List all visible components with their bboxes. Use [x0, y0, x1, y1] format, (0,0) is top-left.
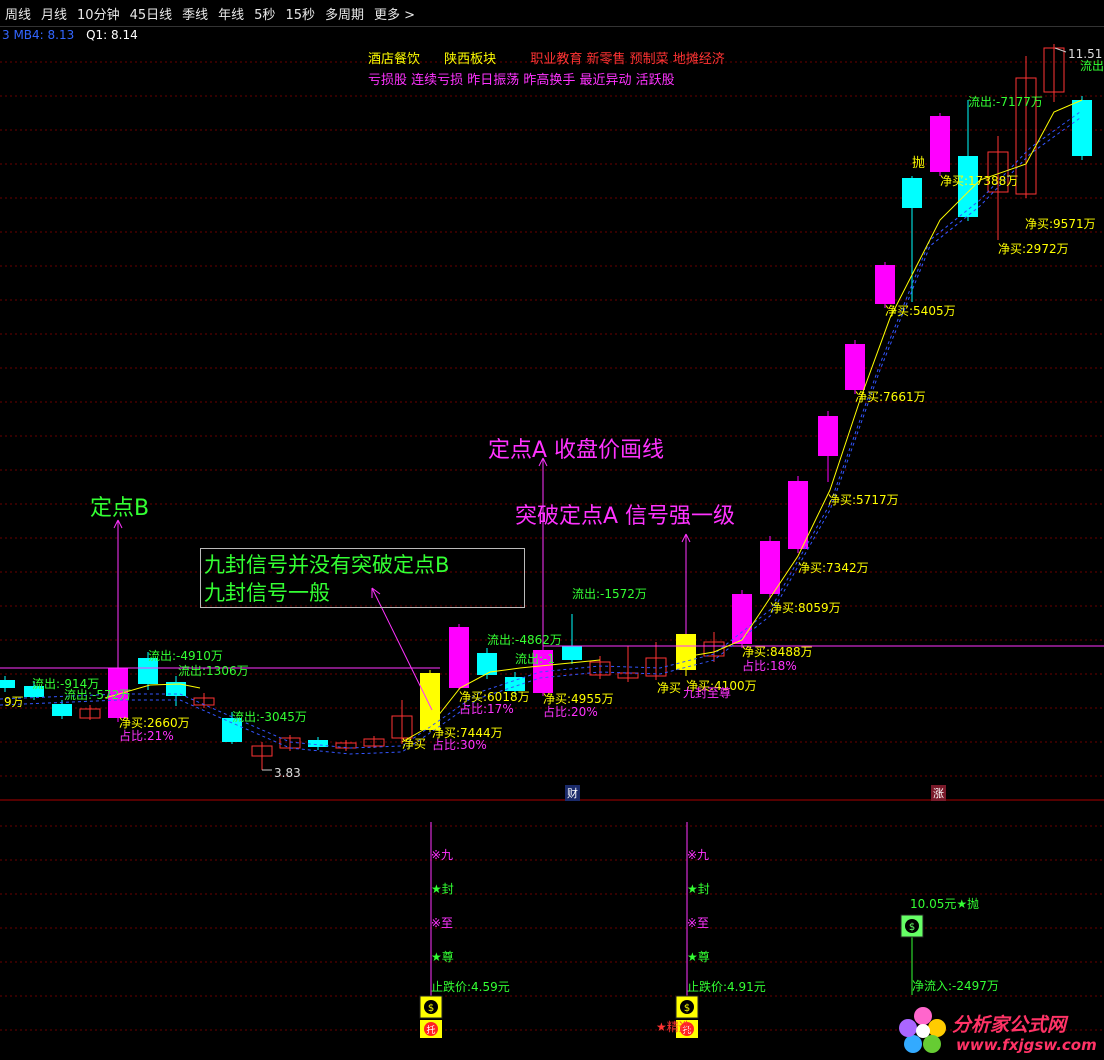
period-tab-7[interactable]: 15秒 [280, 4, 320, 23]
flow-label: 净买 [657, 681, 682, 695]
candle-body [420, 673, 440, 730]
money-bag-icon-glyph: $ [428, 1003, 434, 1014]
flow-label: 占比:21% [119, 729, 174, 743]
candle-body [902, 178, 922, 208]
candle-body [732, 594, 752, 644]
support-tag-icon-glyph: 托 [426, 1024, 435, 1036]
signal1-feng: ★封 [431, 882, 454, 896]
candle-body [52, 704, 72, 716]
signal-column-2: ※九 ★封 ※至 ★尊 [687, 838, 710, 974]
candle-body [930, 116, 950, 172]
signal2-zun: ★尊 [687, 950, 710, 964]
flow-label: 净买:17388万 [940, 174, 1019, 188]
concept-tags-row1: 酒店餐饮 陕西板块 职业教育 新零售 预制菜 地摊经济 [368, 48, 725, 67]
period-tab-8[interactable]: 多周期 [320, 4, 369, 23]
flow-label: 净买:8059万 [770, 601, 841, 615]
signal1-zun: ★尊 [431, 950, 454, 964]
candle-body [760, 541, 780, 594]
money-bag-icon-glyph: $ [909, 922, 915, 933]
indicator-info-line: 3 MB4: 8.13 Q1: 8.14 [2, 27, 138, 43]
sell-price-label: 10.05元★抛 [910, 897, 980, 911]
period-toolbar: 周线 月线 10分钟 45日线 季线 年线 5秒 15秒 多周期 更多 > [0, 0, 1104, 27]
tag-concepts[interactable]: 职业教育 新零售 预制菜 地摊经济 [530, 52, 724, 67]
limit-up-marker[interactable]: 涨 [931, 785, 946, 801]
candle-body [562, 646, 582, 660]
flower-icon [899, 1007, 946, 1053]
min-price-label: 3.83 [274, 766, 301, 780]
signal-note-line1: 九封信号并没有突破定点B [204, 553, 450, 577]
candle-body [308, 740, 328, 747]
candle-body [875, 265, 895, 304]
finance-marker[interactable]: 财 [565, 785, 580, 801]
period-tab-6[interactable]: 5秒 [249, 4, 280, 23]
concept-tags-row2[interactable]: 亏损股 连续亏损 昨日振荡 昨高换手 最近异动 活跃股 [368, 69, 675, 88]
period-tab-9[interactable]: 更多 > [369, 4, 420, 23]
flow-label: 流出:-1 [515, 652, 556, 666]
signal2-jiu: ※九 [687, 848, 710, 862]
flow-label: 占比:18% [742, 659, 797, 673]
candle-body [1072, 100, 1092, 156]
dingdian-a-label: 定点A 收盘价画线 [488, 438, 665, 463]
period-tab-2[interactable]: 10分钟 [72, 4, 125, 23]
flow-label: 流出:-4862万 [487, 633, 562, 647]
signal2-feng: ★封 [687, 882, 710, 896]
candle-body [449, 627, 469, 688]
flow-label: 净买:5717万 [828, 493, 899, 507]
signal1-zhi: ※至 [431, 916, 454, 930]
candle-body [845, 344, 865, 390]
flow-label: 净买:9571万 [1025, 217, 1096, 231]
flow-label: 净买:7661万 [855, 390, 926, 404]
period-tab-4[interactable]: 季线 [177, 4, 213, 23]
net-inflow-label: 净流入:-2497万 [912, 979, 999, 993]
flow-label: 净买 [402, 737, 427, 751]
flow-label: 流出:-7177万 [968, 95, 1043, 109]
signal-column-1: ※九 ★封 ※至 ★尊 [431, 838, 454, 974]
flow-label: 流出:-3045万 [232, 710, 307, 724]
flow-label: 占比:20% [543, 705, 598, 719]
flow-label: 9万 [4, 695, 24, 709]
ma-value: 3 MB4: 8.13 [2, 28, 75, 42]
dingdian-b-label: 定点B [90, 496, 150, 521]
signal-note-box: 九封信号并没有突破定点B 九封信号一般 [200, 548, 525, 608]
watermark-title: 分析家公式网 [952, 1014, 1067, 1036]
signal2-zhi: ※至 [687, 916, 710, 930]
watermark-url: www.fxjgsw.com [956, 1036, 1097, 1054]
candle-body [818, 416, 838, 456]
flow-label: 净买:2972万 [998, 242, 1069, 256]
period-tab-5[interactable]: 年线 [213, 4, 249, 23]
candle-body [676, 634, 696, 670]
tag-region[interactable]: 陕西板块 [444, 52, 496, 67]
candle-body [0, 680, 15, 688]
flow-label: 净买:5405万 [885, 304, 956, 318]
selected-marker: ★精选 [656, 1020, 691, 1034]
breakout-label: 突破定点A 信号强一级 [515, 504, 736, 529]
flow-label: 流出:1306万 [178, 664, 249, 678]
sell-marker: 抛 [912, 156, 926, 171]
period-tab-1[interactable]: 月线 [36, 4, 72, 23]
signal1-jiu: ※九 [431, 848, 454, 862]
stop-price-1: 止跌价:4.59元 [431, 980, 510, 994]
q1-value: Q1: 8.14 [86, 28, 138, 42]
candle-body [788, 481, 808, 549]
watermark-logo: 分析家公式网 www.fxjgsw.com [896, 1004, 1104, 1060]
period-tab-0[interactable]: 周线 [0, 4, 36, 23]
flow-label: 占比:17% [459, 702, 514, 716]
flow-label: 流出:-1572万 [572, 587, 647, 601]
flow-label: 九封至尊 [683, 686, 732, 700]
flow-label: 流出 [1080, 59, 1104, 73]
money-bag-icon-glyph: $ [684, 1003, 690, 1014]
period-tab-3[interactable]: 45日线 [125, 4, 178, 23]
ma-yellow-right [689, 99, 1083, 657]
flow-label: 占比:30% [432, 738, 487, 752]
stop-price-2: 止跌价:4.91元 [687, 980, 766, 994]
signal-note-line2: 九封信号一般 [204, 581, 330, 605]
flow-label: 净买:7342万 [798, 561, 869, 575]
tag-industry[interactable]: 酒店餐饮 [368, 52, 420, 67]
flow-label: 流出:-572万 [64, 688, 132, 702]
